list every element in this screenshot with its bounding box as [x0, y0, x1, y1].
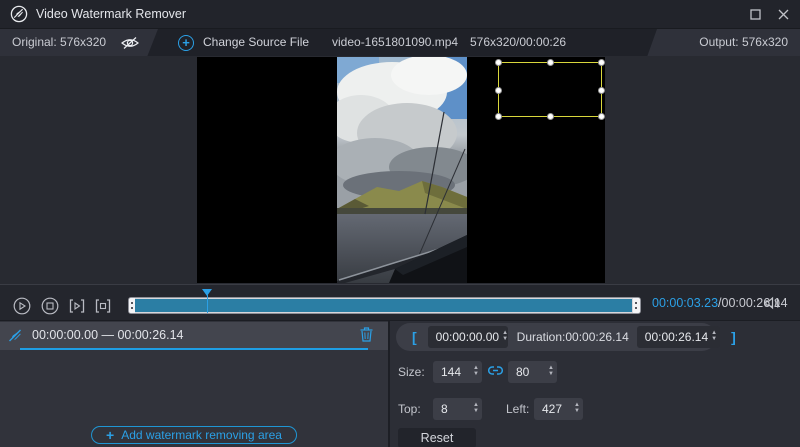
- app-title: Video Watermark Remover: [36, 0, 186, 28]
- range-end-bracket: ]: [731, 329, 736, 345]
- timeline-slider[interactable]: [128, 297, 641, 314]
- close-button[interactable]: [770, 0, 796, 28]
- play-segment-button[interactable]: [68, 297, 86, 315]
- watermark-brush-icon: [8, 327, 24, 349]
- spinner-down-icon[interactable]: ▼: [473, 409, 479, 415]
- height-input[interactable]: 80 ▲ ▼: [508, 361, 557, 383]
- app-logo-icon: [10, 5, 28, 23]
- plus-icon: +: [106, 428, 114, 442]
- selection-handle[interactable]: [547, 113, 554, 120]
- size-label: Size:: [398, 361, 425, 383]
- source-file-meta: 576x320/00:00:26: [470, 29, 566, 56]
- playback-controls: 00:00:03.23/00:00:26.14: [0, 284, 800, 320]
- spinner-arrows[interactable]: ▲ ▼: [574, 403, 580, 415]
- link-dimensions-icon[interactable]: [488, 365, 503, 379]
- top-input[interactable]: 8 ▲ ▼: [433, 398, 482, 420]
- active-item-underline: [20, 348, 368, 350]
- preview-area: [0, 56, 800, 284]
- delete-watermark-icon[interactable]: [360, 327, 373, 347]
- watermark-time-range: 00:00:00.00 — 00:00:26.14: [32, 322, 184, 348]
- selection-handle[interactable]: [495, 113, 502, 120]
- timeline-end-handle[interactable]: [633, 298, 640, 313]
- watermark-selection-box[interactable]: [498, 62, 602, 117]
- video-canvas: [197, 57, 605, 283]
- spinner-arrows[interactable]: ▲ ▼: [473, 403, 479, 415]
- output-resolution-label: Output: 576x320: [699, 29, 788, 56]
- end-time-input[interactable]: 00:00:26.14 ▲ ▼: [637, 326, 720, 348]
- watermark-list-panel: 00:00:00.00 — 00:00:26.14 + Add watermar…: [0, 321, 390, 447]
- selection-handle[interactable]: [598, 113, 605, 120]
- spinner-arrows[interactable]: ▲ ▼: [502, 331, 508, 343]
- spinner-down-icon[interactable]: ▼: [574, 409, 580, 415]
- spinner-down-icon[interactable]: ▼: [548, 372, 554, 378]
- start-time-input[interactable]: 00:00:00.00 ▲ ▼: [428, 326, 508, 348]
- reset-button[interactable]: Reset: [398, 428, 476, 447]
- video-frame: [337, 57, 467, 283]
- left-label: Left:: [506, 398, 529, 420]
- width-input[interactable]: 144 ▲ ▼: [433, 361, 482, 383]
- title-bar: Video Watermark Remover: [0, 0, 800, 28]
- spinner-down-icon[interactable]: ▼: [711, 337, 717, 343]
- properties-panel: [ 00:00:00.00 ▲ ▼ Duration:00:00:26.14 0…: [390, 321, 800, 447]
- selection-handle[interactable]: [547, 59, 554, 66]
- add-watermark-area-button[interactable]: + Add watermark removing area: [91, 426, 297, 444]
- play-button[interactable]: [13, 297, 31, 315]
- selection-handle[interactable]: [495, 87, 502, 94]
- timeline-start-handle[interactable]: [129, 298, 135, 313]
- change-source-file-button[interactable]: Change Source File: [203, 29, 309, 56]
- spinner-down-icon[interactable]: ▼: [502, 337, 508, 343]
- current-time: 00:00:03.23: [652, 296, 718, 310]
- spinner-arrows[interactable]: ▲ ▼: [711, 331, 717, 343]
- spinner-arrows[interactable]: ▲ ▼: [548, 366, 554, 378]
- original-resolution-label: Original: 576x320: [12, 29, 106, 56]
- spinner-down-icon[interactable]: ▼: [473, 372, 479, 378]
- maximize-button[interactable]: [742, 0, 768, 28]
- selection-handle[interactable]: [598, 87, 605, 94]
- toolbar: Original: 576x320 + Change Source File v…: [0, 28, 800, 56]
- duration-label: Duration:00:00:26.14: [517, 330, 629, 344]
- selection-handle[interactable]: [598, 59, 605, 66]
- add-source-icon[interactable]: +: [178, 35, 194, 51]
- timeline-range-fill[interactable]: [135, 299, 632, 312]
- eye-preview-icon[interactable]: [120, 36, 140, 55]
- stop-segment-button[interactable]: [94, 297, 112, 315]
- source-filename: video-1651801090.mp4: [332, 29, 458, 56]
- spinner-arrows[interactable]: ▲ ▼: [473, 366, 479, 378]
- top-label: Top:: [398, 398, 421, 420]
- time-range-strip: [ 00:00:00.00 ▲ ▼ Duration:00:00:26.14 0…: [396, 323, 716, 351]
- volume-icon[interactable]: [764, 295, 782, 316]
- watermark-list-item[interactable]: 00:00:00.00 — 00:00:26.14: [0, 322, 388, 350]
- playhead-line: [207, 295, 208, 313]
- range-start-bracket: [: [412, 329, 417, 345]
- bottom-panels: 00:00:00.00 — 00:00:26.14 + Add watermar…: [0, 320, 800, 447]
- left-input[interactable]: 427 ▲ ▼: [534, 398, 583, 420]
- selection-handle[interactable]: [495, 59, 502, 66]
- add-watermark-area-label: Add watermark removing area: [121, 428, 282, 442]
- stop-button[interactable]: [41, 297, 59, 315]
